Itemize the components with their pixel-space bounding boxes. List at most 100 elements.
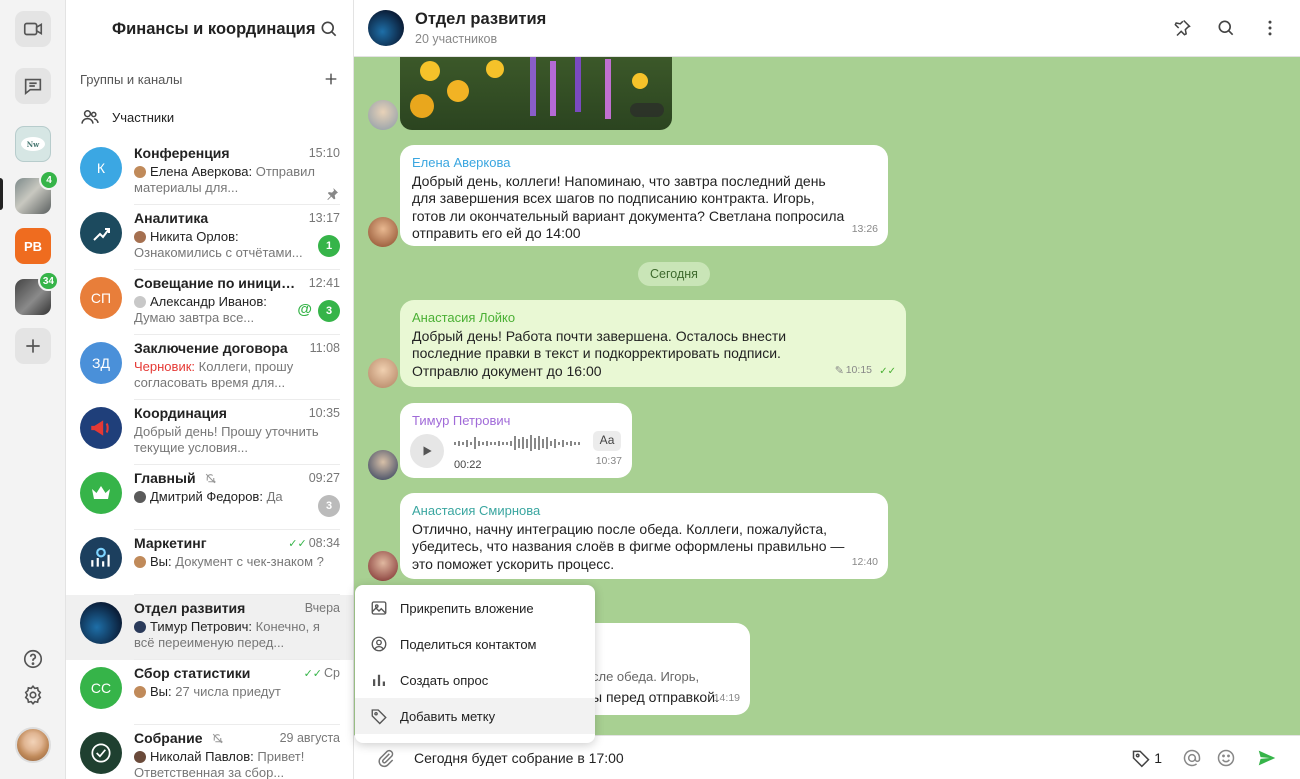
pin-icon[interactable] bbox=[1172, 18, 1192, 38]
chart-check-icon bbox=[91, 547, 110, 567]
chat-header-avatar[interactable] bbox=[368, 10, 404, 46]
chat-text: Думаю завтра все... bbox=[134, 310, 255, 325]
chat-avatar bbox=[80, 407, 122, 449]
chat-preview: Черновик: Коллеги, прошу согласовать вре… bbox=[134, 359, 340, 391]
panel-header: Финансы и координация bbox=[66, 0, 353, 58]
unread-count-badge: 3 bbox=[318, 300, 340, 322]
chat-item[interactable]: ЗД Заключение договора 11:08 Черновик: Ко… bbox=[66, 335, 353, 400]
message-text-line: ы перед отправкой. bbox=[592, 689, 719, 705]
chat-avatar: К bbox=[80, 147, 122, 189]
chat-author: Александр Иванов: bbox=[150, 294, 267, 309]
chat-title[interactable]: Отдел развития bbox=[415, 10, 1152, 29]
menu-item-create-poll[interactable]: Создать опрос bbox=[355, 662, 595, 698]
search-icon[interactable] bbox=[1216, 18, 1236, 38]
transcribe-button[interactable]: Аа bbox=[593, 431, 621, 451]
chat-time: 09:27 bbox=[308, 471, 340, 485]
read-checks-icon: ✓✓ bbox=[288, 537, 307, 550]
mention-icon[interactable] bbox=[1182, 748, 1202, 768]
chat-item[interactable]: Собрание 29 августа Николай Павлов: Приве… bbox=[66, 725, 353, 779]
sender-avatar[interactable] bbox=[368, 358, 398, 388]
emoji-icon[interactable] bbox=[1216, 748, 1236, 768]
read-checks-icon: ✓✓ bbox=[303, 667, 323, 680]
message-bubble[interactable]: Анастасия Смирнова Отлично, начну интегр… bbox=[400, 493, 888, 579]
help-icon[interactable] bbox=[22, 648, 44, 670]
chat-avatar: ЗД bbox=[80, 342, 122, 384]
image-attachment[interactable] bbox=[400, 57, 672, 130]
workspace-item[interactable]: 34 bbox=[15, 271, 59, 315]
chat-avatar bbox=[80, 212, 122, 254]
chat-item[interactable]: Главный 09:27 Дмитрий Федоров: Да 3 bbox=[66, 465, 353, 530]
chat-item[interactable]: СС Сбор статистики ✓✓ Ср Вы: 27 числа прие… bbox=[66, 660, 353, 725]
chat-avatar bbox=[80, 537, 122, 579]
chat-avatar bbox=[80, 472, 122, 514]
send-icon[interactable] bbox=[1256, 747, 1278, 769]
paperclip-icon[interactable] bbox=[376, 748, 396, 768]
chat-text: Да bbox=[266, 489, 283, 504]
chat-name: Конференция bbox=[134, 145, 230, 161]
chat-preview: Добрый день! Прошу уточнить текущие усло… bbox=[134, 424, 340, 456]
voice-message-bubble[interactable]: Тимур Петрович 00:22 Аа 10:37 bbox=[400, 403, 632, 478]
message-text-line: это поможет ускорить процесс. bbox=[412, 555, 615, 572]
message-bubble[interactable]: Анастасия Лойко Добрый день! Работа почт… bbox=[400, 300, 906, 387]
workspace-item[interactable]: PB bbox=[15, 228, 51, 264]
workspace-badge: 4 bbox=[39, 170, 59, 190]
chat-item[interactable]: СП Совещание по инициат... 12:41 Александ… bbox=[66, 270, 353, 335]
chat-initials: СС bbox=[90, 680, 112, 696]
more-vertical-icon[interactable] bbox=[1260, 18, 1280, 38]
svg-text:Nw: Nw bbox=[27, 140, 40, 149]
message-time: 10:37 bbox=[595, 454, 622, 467]
chat-item[interactable]: Маркетинг ✓✓ 08:34 Вы: Документ с чек-знак… bbox=[66, 530, 353, 595]
message-author: Тимур Петрович bbox=[412, 413, 511, 428]
workspace-item[interactable]: Nw bbox=[15, 126, 51, 162]
poll-icon bbox=[373, 674, 385, 686]
video-call-button[interactable] bbox=[15, 11, 51, 47]
sender-avatar[interactable] bbox=[368, 100, 398, 130]
chat-author: Тимур Петрович: bbox=[150, 619, 253, 634]
workspace-item-active[interactable]: 4 bbox=[15, 170, 59, 214]
chat-item[interactable]: Аналитика 13:17 Никита Орлов: Ознакомилис… bbox=[66, 205, 353, 270]
sender-avatar[interactable] bbox=[368, 450, 398, 480]
settings-gear-icon[interactable] bbox=[22, 684, 44, 706]
chat-preview: Дмитрий Федоров: Да bbox=[134, 489, 318, 521]
chat-name: Отдел развития bbox=[134, 600, 246, 616]
chat-time: 15:10 bbox=[308, 146, 340, 160]
chat-item[interactable]: К Конференция 15:10 Елена Аверкова: Отпра… bbox=[66, 140, 353, 205]
add-group-plus-icon[interactable] bbox=[323, 71, 339, 87]
message-input[interactable] bbox=[414, 749, 1118, 766]
message-author: Анастасия Смирнова bbox=[412, 503, 541, 518]
message-text-line: Отправлю документ до 16:00 bbox=[412, 362, 602, 379]
menu-item-attach[interactable]: Прикрепить вложение bbox=[355, 590, 595, 626]
chat-name: Координация bbox=[134, 405, 227, 421]
chat-preview: Тимур Петрович: Конечно, я всё переимену… bbox=[134, 619, 340, 651]
chat-time: 13:17 bbox=[308, 211, 340, 225]
sender-avatar[interactable] bbox=[368, 217, 398, 247]
groups-section-header: Группы и каналы bbox=[66, 58, 353, 100]
chat-item[interactable]: Координация 10:35 Добрый день! Прошу уточ… bbox=[66, 400, 353, 465]
members-item[interactable]: Участники bbox=[66, 100, 353, 134]
members-label: Участники bbox=[112, 109, 175, 125]
sender-avatar[interactable] bbox=[368, 551, 398, 581]
menu-item-label: Добавить метку bbox=[400, 708, 496, 724]
chat-item-active[interactable]: Отдел развития Вчера Тимур Петрович: Коне… bbox=[66, 595, 353, 660]
chat-preview: Никита Орлов: Ознакомились с отчётами... bbox=[134, 229, 318, 261]
chat-author: Дмитрий Федоров: bbox=[150, 489, 263, 504]
megaphone-icon bbox=[91, 420, 109, 436]
message-time: 14:19 bbox=[713, 691, 740, 704]
chat-avatar: СС bbox=[80, 667, 122, 709]
menu-item-share-contact[interactable]: Поделиться контактом bbox=[355, 626, 595, 662]
chat-author: Елена Аверкова: bbox=[150, 164, 253, 179]
add-workspace-button[interactable] bbox=[15, 328, 51, 364]
chat-preview: Вы: 27 числа приедут bbox=[134, 684, 340, 716]
edited-pencil-icon: ✎ bbox=[834, 364, 844, 377]
search-icon[interactable] bbox=[319, 19, 339, 39]
play-button[interactable] bbox=[410, 434, 444, 468]
message-bubble[interactable]: Елена Аверкова Добрый день, коллеги! Нап… bbox=[400, 145, 888, 246]
message-text-line: убедитесь, что названия слоёв в фигме оф… bbox=[412, 538, 845, 554]
workspace-title: Финансы и координация bbox=[112, 19, 316, 38]
menu-item-add-tag[interactable]: Добавить метку bbox=[355, 698, 595, 734]
message-author: Анастасия Лойко bbox=[412, 310, 516, 325]
tag-button[interactable]: 1 bbox=[1131, 748, 1162, 768]
chat-text: Ознакомились с отчётами... bbox=[134, 245, 303, 260]
chats-button[interactable] bbox=[15, 68, 51, 104]
user-avatar[interactable] bbox=[15, 727, 51, 763]
